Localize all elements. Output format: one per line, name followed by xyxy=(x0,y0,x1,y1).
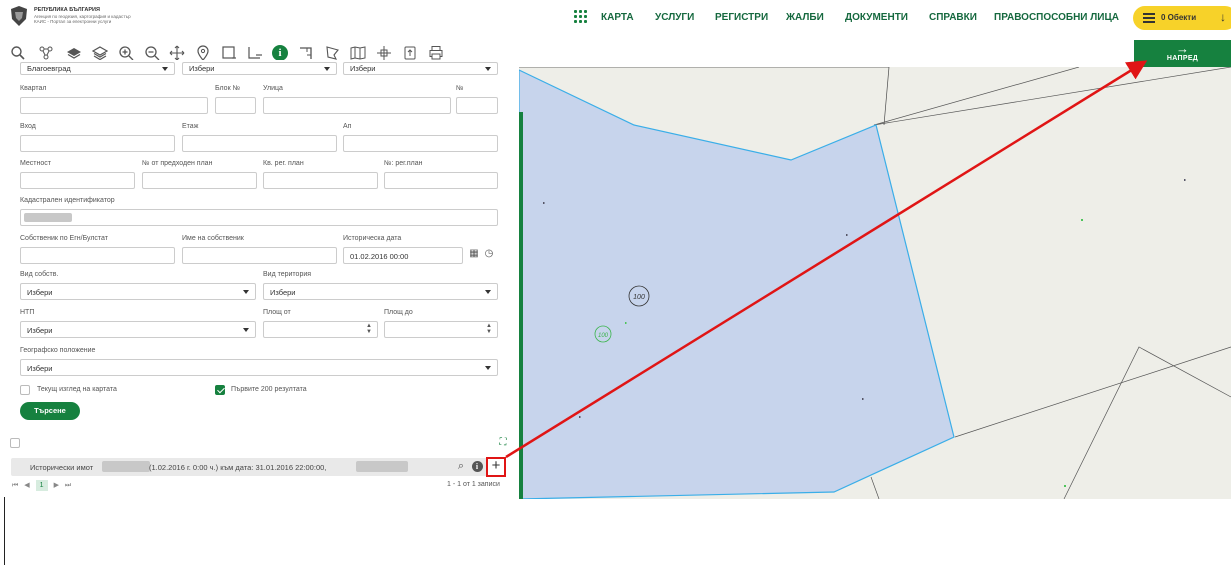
annotation-arrow xyxy=(505,60,1148,459)
annotation-overlay xyxy=(505,60,1148,459)
window-edge xyxy=(4,497,5,565)
